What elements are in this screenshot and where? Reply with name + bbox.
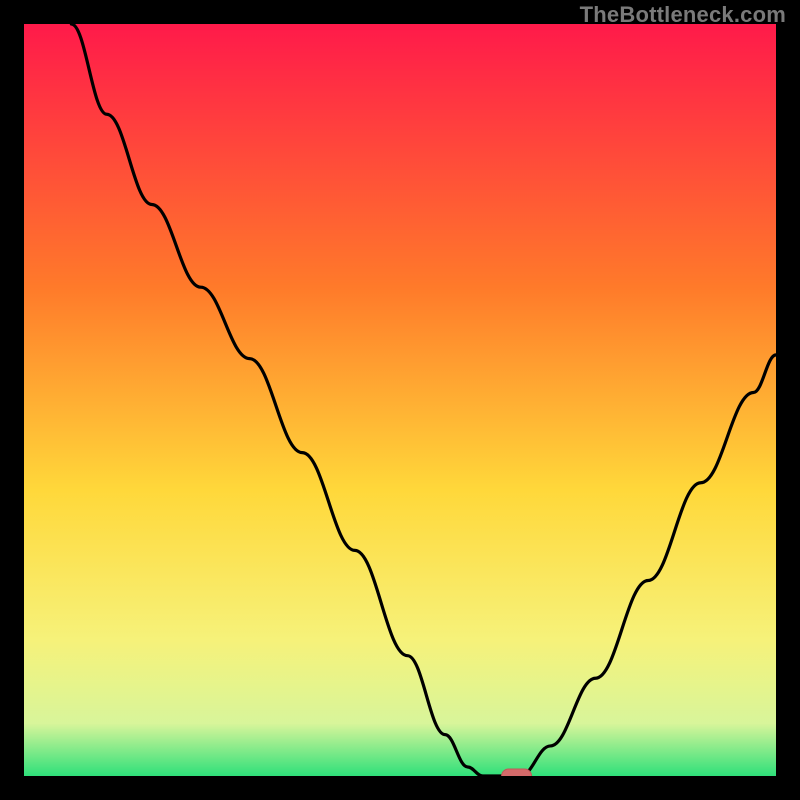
frame-border — [0, 0, 24, 800]
watermark-text: TheBottleneck.com — [580, 2, 786, 28]
plot-background — [24, 24, 776, 776]
frame-border — [0, 776, 800, 800]
frame-border — [776, 0, 800, 800]
bottleneck-chart — [0, 0, 800, 800]
